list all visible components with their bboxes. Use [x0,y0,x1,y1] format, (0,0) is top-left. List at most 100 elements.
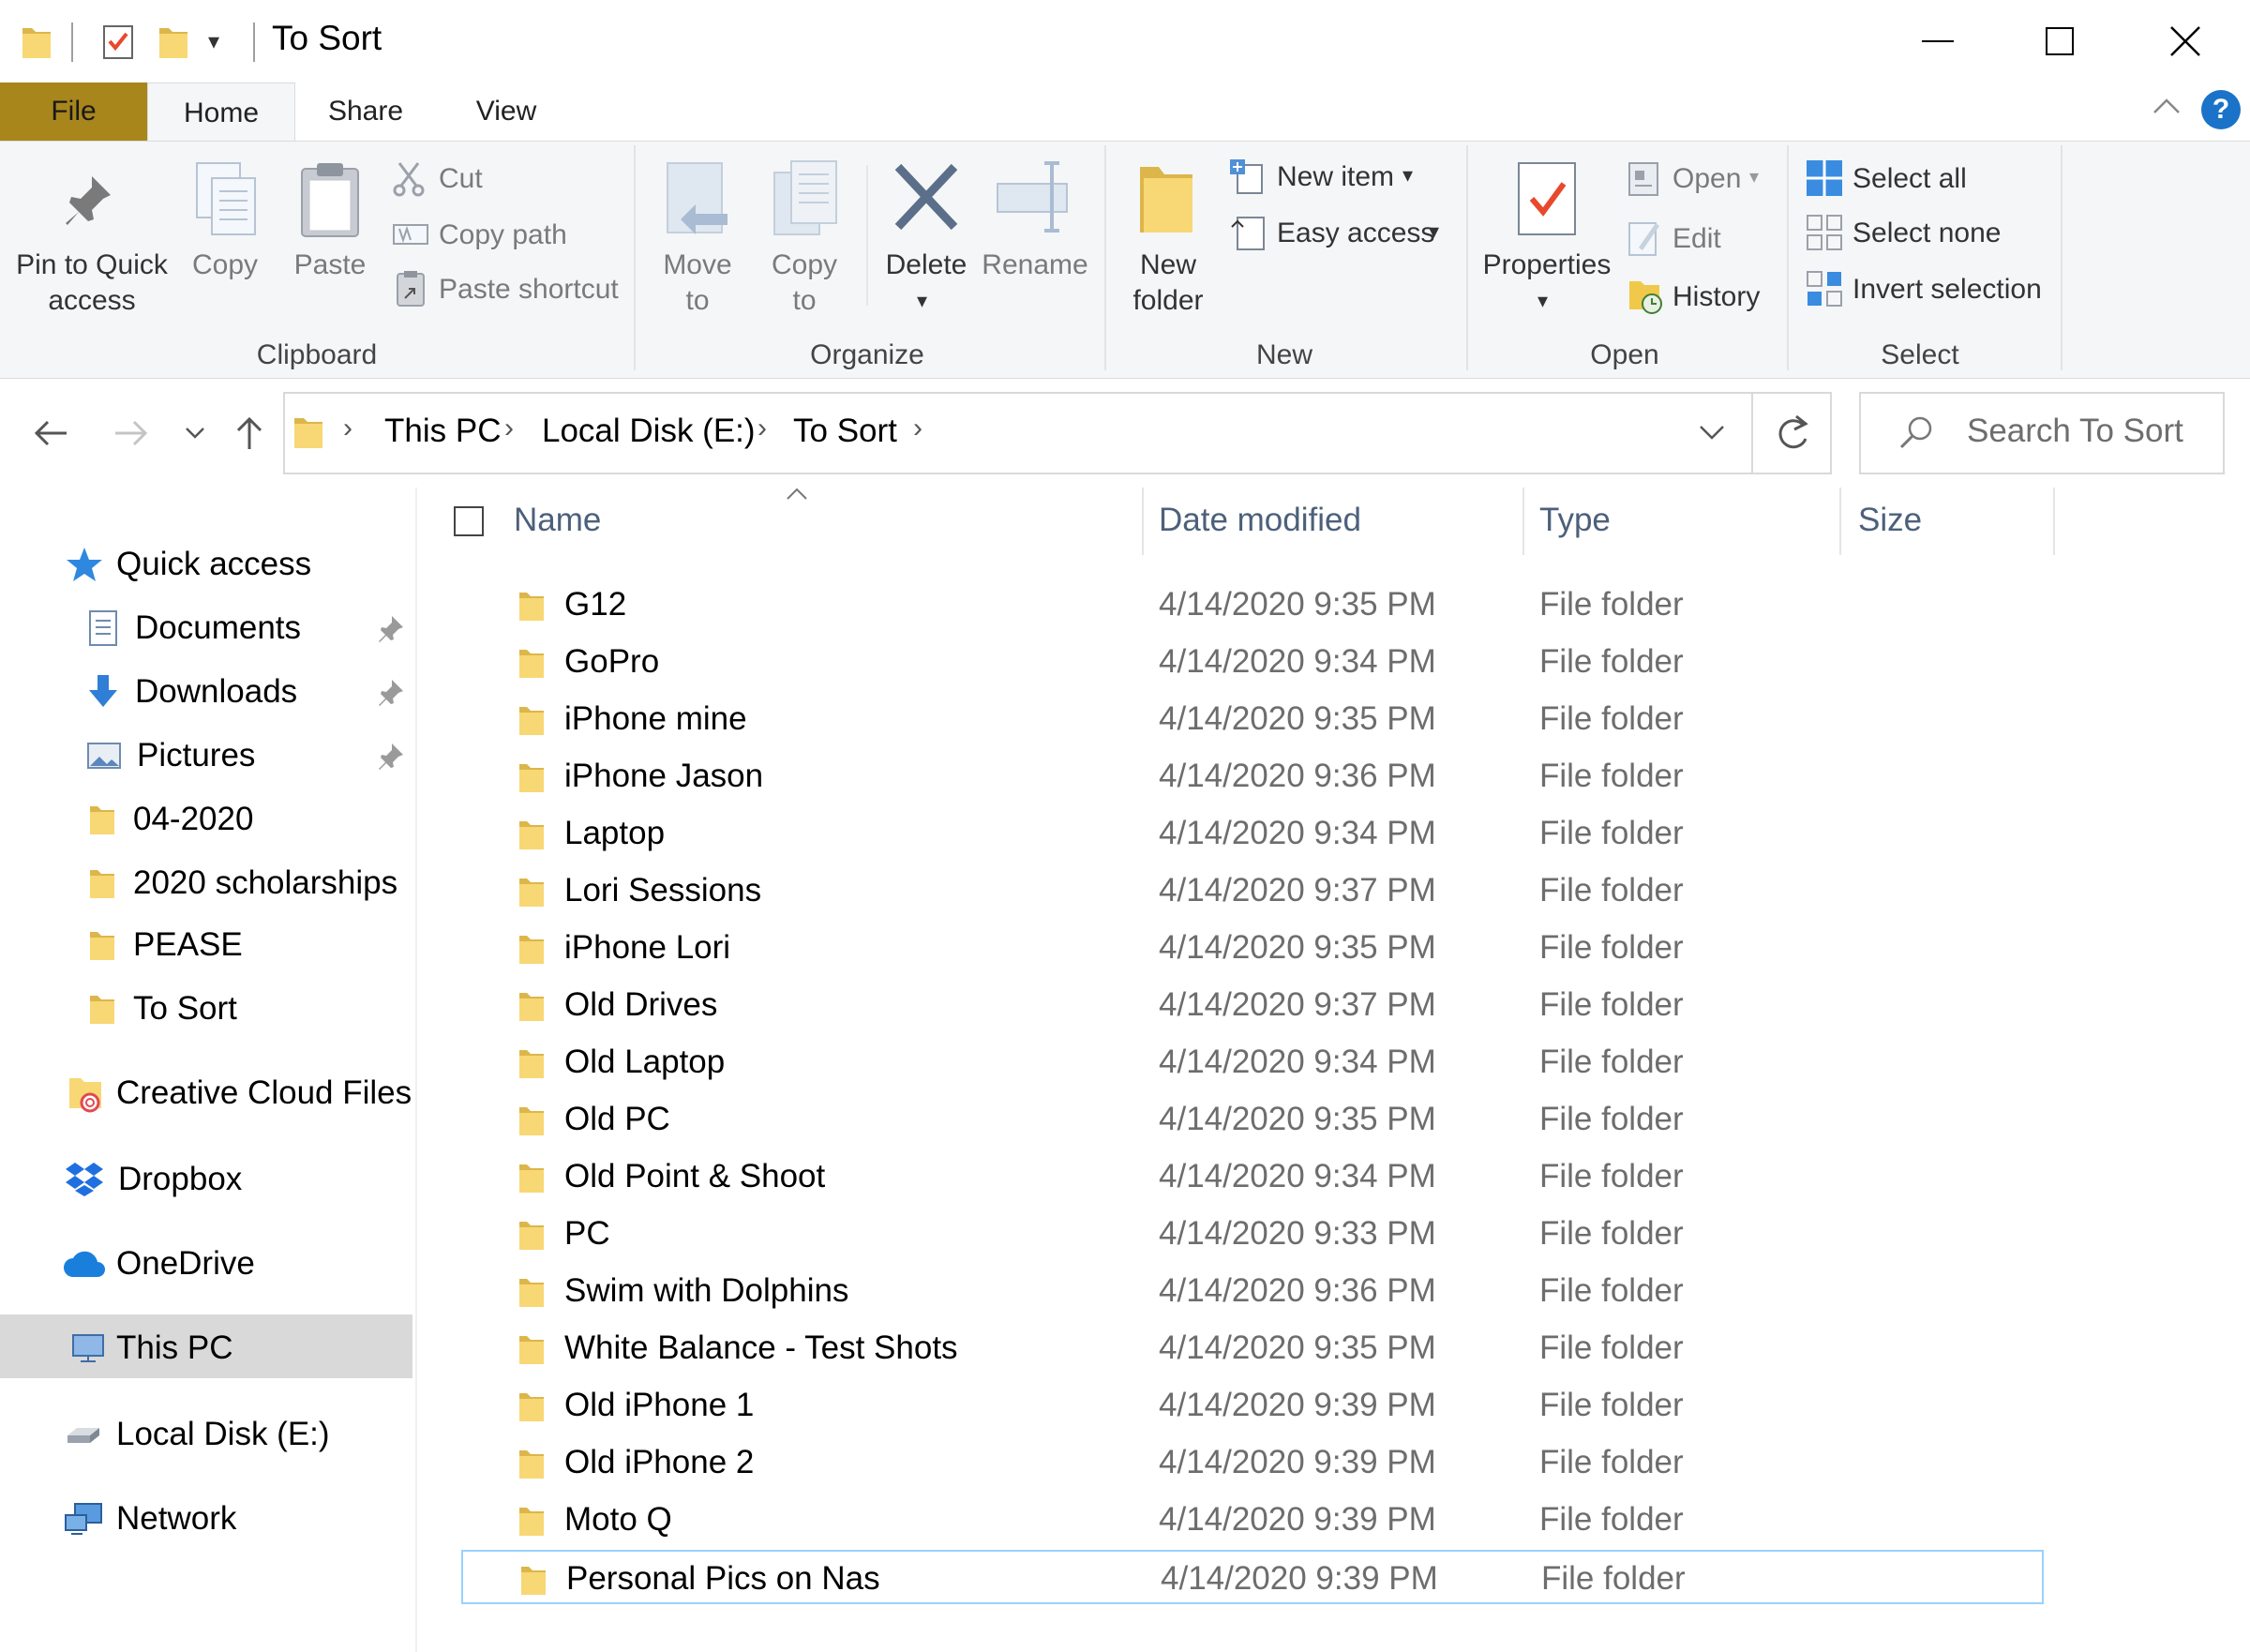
breadcrumb-this-pc[interactable]: This PC [384,413,501,450]
file-row[interactable]: Old Laptop 4/14/2020 9:34 PM File folder [461,1035,2044,1089]
file-row[interactable]: Old iPhone 1 4/14/2020 9:39 PM File folder [461,1378,2044,1433]
file-row[interactable]: Personal Pics on Nas 4/14/2020 9:39 PM Fil… [461,1550,2044,1604]
select-none-button[interactable]: Select none [1804,212,2066,255]
nav-item-pictures[interactable]: Pictures [86,728,405,784]
pin-to-quick-access-button[interactable]: Pin to Quick access [9,159,174,328]
close-button[interactable] [2124,0,2246,83]
folder-icon [518,932,546,970]
address-bar[interactable] [283,392,1832,474]
nav-item-pease[interactable]: PEASE [88,917,243,973]
nav-quick-access[interactable]: Quick access [64,536,311,593]
file-row[interactable]: G12 4/14/2020 9:35 PM File folder [461,578,2044,632]
paste-button[interactable]: Paste [281,159,379,328]
nav-item-04-2020[interactable]: 04-2020 [88,791,253,848]
copy-to-button[interactable]: Copy to [758,159,851,328]
clipboard-group-label: Clipboard [256,339,378,370]
nav-item-downloads[interactable]: Downloads [86,664,405,720]
sort-ascending-icon [786,488,808,505]
history-button[interactable]: History [1628,276,1778,319]
select-all-button[interactable]: Select all [1804,158,2066,201]
file-row[interactable]: White Balance - Test Shots 4/14/2020 9:35… [461,1321,2044,1375]
qat-customize-icon[interactable]: ▾ [208,28,219,55]
breadcrumb-to-sort[interactable]: To Sort [793,413,897,450]
breadcrumb-local-disk[interactable]: Local Disk (E:) [542,413,756,450]
file-row[interactable]: GoPro 4/14/2020 9:34 PM File folder [461,635,2044,689]
file-row[interactable]: Old iPhone 2 4/14/2020 9:39 PM File folder [461,1435,2044,1490]
up-button[interactable] [225,403,274,463]
delete-x-icon [892,161,960,237]
breadcrumb-separator-icon[interactable]: › [758,413,767,444]
file-row[interactable]: Laptop 4/14/2020 9:34 PM File folder [461,806,2044,861]
nav-item-local-disk[interactable]: Local Disk (E:) [64,1406,330,1463]
nav-item-creative-cloud[interactable]: Creative Cloud Files [66,1065,412,1121]
file-row[interactable]: Old PC 4/14/2020 9:35 PM File folder [461,1092,2044,1147]
minimize-button[interactable] [1877,0,1999,83]
new-folder-icon[interactable] [158,24,189,65]
properties-check-icon[interactable] [101,23,135,65]
delete-button[interactable]: Delete ▾ [879,159,973,328]
file-type: File folder [1539,758,1684,794]
refresh-icon[interactable] [1774,413,1811,458]
file-row[interactable]: Swim with Dolphins 4/14/2020 9:36 PM File … [461,1264,2044,1318]
file-row[interactable]: Old Drives 4/14/2020 9:37 PM File folder [461,978,2044,1032]
address-folder-icon [292,414,324,455]
paste-shortcut-button[interactable]: Paste shortcut [392,268,626,311]
pin-icon [379,743,403,770]
cut-button[interactable]: Cut [392,158,626,201]
invert-selection-button[interactable]: Invert selection [1804,268,2066,311]
file-row[interactable]: PC 4/14/2020 9:33 PM File folder [461,1207,2044,1261]
file-name: iPhone Lori [564,929,731,966]
copy-path-button[interactable]: Copy path [392,214,626,257]
select-all-checkbox[interactable] [454,506,484,536]
properties-button[interactable]: Properties ▾ [1479,159,1614,328]
open-button[interactable]: Open ▾ [1628,158,1778,201]
file-type: File folder [1539,700,1684,737]
nav-item-network[interactable]: Network [64,1491,236,1547]
properties-dropdown-icon[interactable]: ▾ [1538,289,1548,313]
file-row[interactable]: Lori Sessions 4/14/2020 9:37 PM File folde… [461,864,2044,918]
tab-view[interactable]: View [450,83,562,141]
file-name: Old iPhone 1 [564,1387,755,1423]
file-row[interactable]: iPhone Jason 4/14/2020 9:36 PM File folder [461,749,2044,803]
folder-icon [518,1218,546,1256]
file-name: GoPro [564,643,660,680]
help-icon[interactable]: ? [2201,90,2241,129]
delete-dropdown-icon[interactable]: ▾ [917,289,927,313]
tab-home[interactable]: Home [147,83,295,143]
column-header-size[interactable]: Size [1858,502,1922,539]
file-row[interactable]: Old Point & Shoot 4/14/2020 9:34 PM File f… [461,1149,2044,1204]
nav-item-documents[interactable]: Documents [86,600,405,656]
file-type: File folder [1539,986,1684,1023]
file-row[interactable]: Moto Q 4/14/2020 9:39 PM File folder [461,1493,2044,1547]
nav-item-this-pc[interactable]: This PC [69,1320,232,1376]
forward-button[interactable] [103,403,159,463]
nav-label: Dropbox [118,1161,243,1197]
copy-button[interactable]: Copy [180,159,270,328]
easy-access-button[interactable]: Easy access ▾ [1228,212,1453,255]
column-header-name[interactable]: Name [514,502,601,539]
nav-item-2020-scholarships[interactable]: 2020 scholarships [88,855,398,911]
breadcrumb-separator-icon[interactable]: › [504,413,514,444]
back-button[interactable] [22,403,79,463]
breadcrumb-separator-icon[interactable]: › [343,413,352,444]
nav-item-to-sort[interactable]: To Sort [88,981,237,1037]
tab-share[interactable]: Share [309,83,422,141]
breadcrumb-separator-icon[interactable]: › [913,413,922,444]
recent-locations-button[interactable] [176,403,214,463]
tab-file[interactable]: File [0,83,147,141]
new-folder-button[interactable]: New folder [1121,159,1215,328]
file-type: File folder [1539,1158,1684,1194]
new-item-button[interactable]: New item ▾ [1228,156,1453,199]
column-header-type[interactable]: Type [1539,502,1611,539]
column-header-date-modified[interactable]: Date modified [1159,502,1361,539]
nav-item-dropbox[interactable]: Dropbox [64,1151,242,1208]
nav-item-onedrive[interactable]: OneDrive [62,1236,255,1292]
address-history-chevron-icon[interactable] [1699,424,1725,445]
file-row[interactable]: iPhone mine 4/14/2020 9:35 PM File folder [461,692,2044,746]
collapse-ribbon-icon[interactable] [2152,96,2181,121]
file-row[interactable]: iPhone Lori 4/14/2020 9:35 PM File folder [461,921,2044,975]
maximize-button[interactable] [1999,0,2121,83]
move-to-button[interactable]: Move to [651,159,744,328]
rename-button[interactable]: Rename [981,159,1089,328]
edit-button[interactable]: Edit [1628,218,1778,261]
